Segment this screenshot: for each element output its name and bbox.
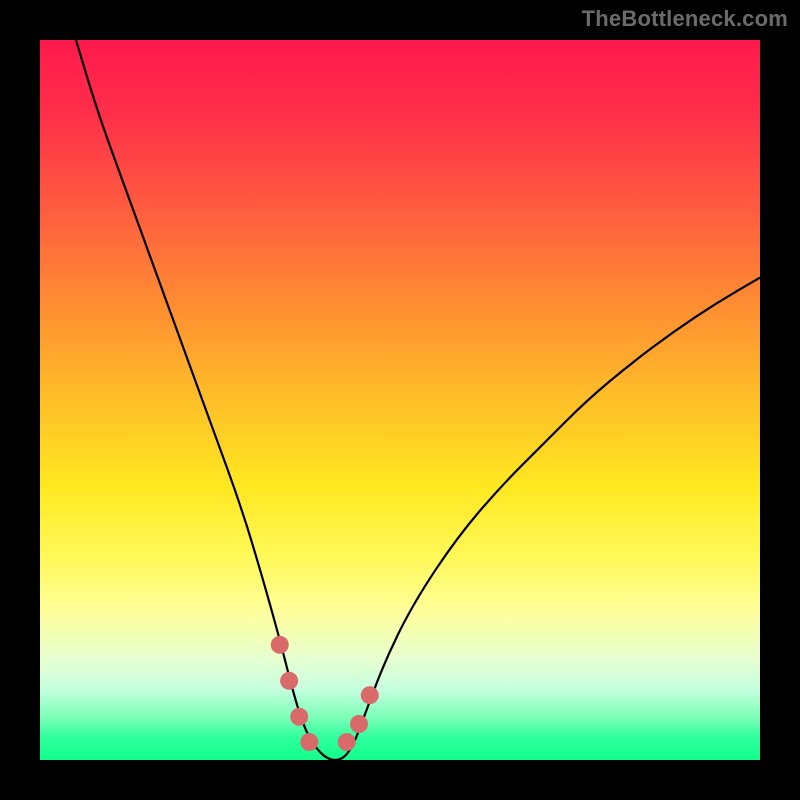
chart-marker xyxy=(280,672,298,690)
chart-marker xyxy=(350,715,368,733)
chart-marker xyxy=(300,733,318,751)
chart-stage: TheBottleneck.com xyxy=(0,0,800,800)
chart-plot-area xyxy=(40,40,760,760)
bottleneck-curve xyxy=(76,40,760,760)
chart-marker xyxy=(338,733,356,751)
chart-markers xyxy=(271,636,379,751)
watermark-text: TheBottleneck.com xyxy=(582,6,788,32)
chart-marker xyxy=(361,686,379,704)
chart-marker xyxy=(271,636,289,654)
chart-marker xyxy=(290,708,308,726)
chart-svg xyxy=(40,40,760,760)
